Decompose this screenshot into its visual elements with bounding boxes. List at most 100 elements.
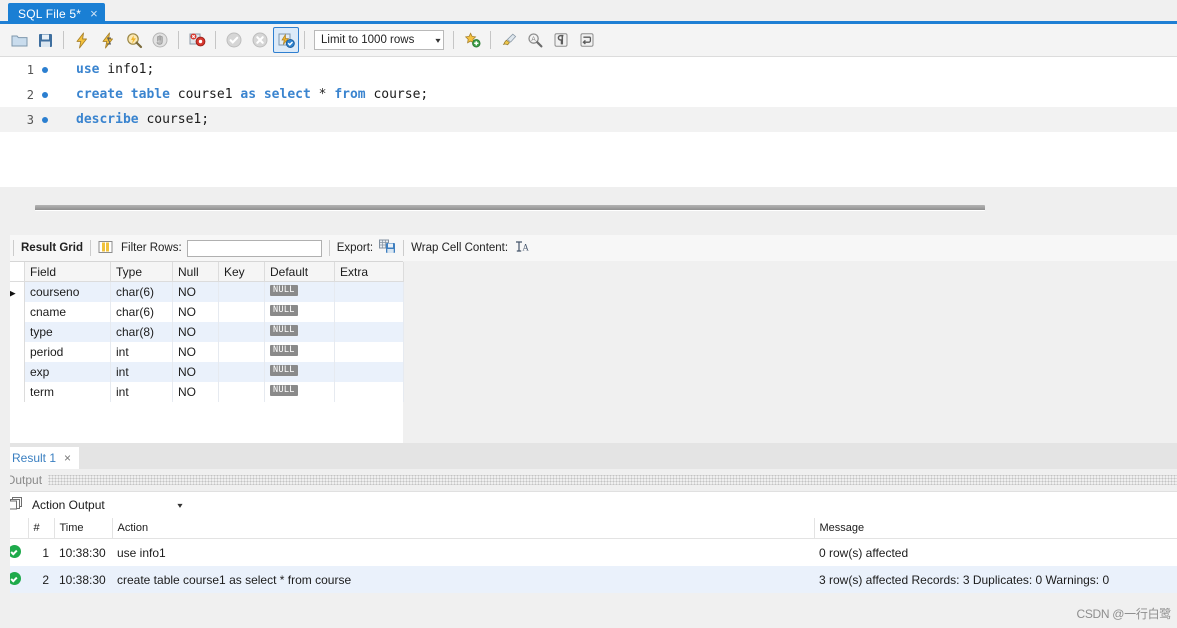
close-icon[interactable]: × xyxy=(64,451,71,465)
cell-extra[interactable] xyxy=(334,302,404,322)
cell-null[interactable]: NO xyxy=(172,281,219,302)
column-header[interactable]: Default xyxy=(264,262,335,282)
editor-line[interactable]: 3 describe course1; xyxy=(0,107,1177,132)
table-row[interactable]: term int NO NULL xyxy=(0,382,404,402)
breakpoint-dot-icon[interactable] xyxy=(34,116,56,123)
cell-key[interactable] xyxy=(218,322,265,342)
cell-field[interactable]: courseno xyxy=(24,281,111,302)
cell-type[interactable]: int xyxy=(110,342,173,362)
stop-icon[interactable] xyxy=(147,27,173,53)
cell-default[interactable]: NULL xyxy=(264,382,335,402)
commit-icon[interactable] xyxy=(221,27,247,53)
breakpoint-dot-icon[interactable] xyxy=(34,66,56,73)
cell-key[interactable] xyxy=(218,342,265,362)
row-limit-select[interactable]: Limit to 1000 rows ▾ xyxy=(314,30,444,50)
action-output-table[interactable]: # Time Action Message 1 10:38:30 use info1 0 r… xyxy=(0,518,1177,593)
watermark-text: CSDN @一行白鹭 xyxy=(1076,607,1171,621)
editor-line[interactable]: 2 create table course1 as select * from c… xyxy=(0,82,1177,107)
cell-default[interactable]: NULL xyxy=(264,322,335,342)
table-row[interactable]: ▶ courseno char(6) NO NULL xyxy=(0,281,404,302)
save-snippet-icon[interactable] xyxy=(459,27,485,53)
output-type-select[interactable]: Action Output ▾ xyxy=(32,496,186,514)
null-badge: NULL xyxy=(270,344,298,356)
breakpoint-dot-icon[interactable] xyxy=(34,91,56,98)
open-file-icon[interactable] xyxy=(6,27,32,53)
tab-result-1[interactable]: Result 1 × xyxy=(0,447,80,469)
output-column-header[interactable]: Time xyxy=(53,518,112,539)
cell-null[interactable]: NO xyxy=(172,382,219,402)
grid-view-icon[interactable] xyxy=(98,240,113,257)
cell-field[interactable]: type xyxy=(24,322,111,342)
cell-type[interactable]: int xyxy=(110,362,173,382)
toolbar-separator-2 xyxy=(178,31,179,49)
cell-key[interactable] xyxy=(218,382,265,402)
output-cell-action: create table course1 as select * from co… xyxy=(112,566,814,593)
row-limit-label: Limit to 1000 rows xyxy=(321,34,415,46)
cell-extra[interactable] xyxy=(334,281,404,302)
column-header[interactable]: Type xyxy=(110,262,173,282)
output-panel-icon[interactable] xyxy=(8,496,24,514)
cell-default[interactable]: NULL xyxy=(264,362,335,382)
cell-field[interactable]: period xyxy=(24,342,111,362)
column-header[interactable]: Null xyxy=(172,262,219,282)
execute-icon[interactable] xyxy=(69,27,95,53)
cell-default[interactable]: NULL xyxy=(264,342,335,362)
cell-key[interactable] xyxy=(218,302,265,322)
cell-extra[interactable] xyxy=(334,362,404,382)
output-column-header[interactable]: Action xyxy=(111,518,814,539)
cell-type[interactable]: int xyxy=(110,382,173,402)
beautify-sql-icon[interactable] xyxy=(496,27,522,53)
cell-field[interactable]: cname xyxy=(24,302,111,322)
table-row[interactable]: period int NO NULL xyxy=(0,342,404,362)
cell-null[interactable]: NO xyxy=(172,362,219,382)
editor-line[interactable]: 1 use info1; xyxy=(0,57,1177,82)
cell-default[interactable]: NULL xyxy=(264,281,335,302)
rollback-icon[interactable] xyxy=(247,27,273,53)
cell-extra[interactable] xyxy=(334,322,404,342)
cell-key[interactable] xyxy=(218,362,265,382)
toggle-stop-on-error-icon[interactable] xyxy=(184,27,210,53)
cell-type[interactable]: char(6) xyxy=(110,281,173,302)
cell-field[interactable]: exp xyxy=(24,362,111,382)
output-cell-time: 10:38:30 xyxy=(59,545,106,560)
column-header[interactable]: Field xyxy=(24,262,111,282)
close-icon[interactable]: × xyxy=(90,7,98,20)
cell-field[interactable]: term xyxy=(24,382,111,402)
cell-null[interactable]: NO xyxy=(172,302,219,322)
output-cell-message: 3 row(s) affected Records: 3 Duplicates:… xyxy=(814,566,1177,593)
output-panel-header: Output xyxy=(0,469,1177,491)
cell-null[interactable]: NO xyxy=(172,342,219,362)
show-invisible-chars-icon[interactable] xyxy=(548,27,574,53)
table-row[interactable]: cname char(6) NO NULL xyxy=(0,302,404,322)
sql-editor[interactable]: 1 use info1; 2 create table course1 as sele… xyxy=(0,57,1177,187)
save-file-icon[interactable] xyxy=(32,27,58,53)
column-header[interactable]: Key xyxy=(218,262,265,282)
export-icon[interactable] xyxy=(379,239,396,257)
column-header[interactable]: Extra xyxy=(334,262,404,282)
autocommit-icon[interactable] xyxy=(273,27,299,53)
find-icon[interactable]: A xyxy=(522,27,548,53)
cell-default[interactable]: NULL xyxy=(264,302,335,322)
tab-sql-file-5[interactable]: SQL File 5* × xyxy=(8,3,105,24)
output-column-header[interactable]: # xyxy=(27,518,54,539)
explain-query-icon[interactable] xyxy=(121,27,147,53)
filter-rows-label: Filter Rows: xyxy=(120,242,182,254)
filter-rows-input[interactable] xyxy=(186,239,322,257)
output-row[interactable]: 1 10:38:30 use info1 0 row(s) affected xyxy=(0,539,1177,567)
describe-result-grid[interactable]: Field Type Null Key Default Extra ▶ courseno ch… xyxy=(0,261,404,402)
cell-extra[interactable] xyxy=(334,382,404,402)
cell-extra[interactable] xyxy=(334,342,404,362)
output-column-header[interactable]: Message xyxy=(813,518,1177,539)
cell-type[interactable]: char(6) xyxy=(110,302,173,322)
sql-text: * xyxy=(310,87,335,102)
wrap-cell-icon[interactable]: A xyxy=(515,240,531,256)
cell-null[interactable]: NO xyxy=(172,322,219,342)
horizontal-splitter-handle[interactable] xyxy=(35,205,985,211)
table-row[interactable]: exp int NO NULL xyxy=(0,362,404,382)
output-row[interactable]: 2 10:38:30 create table course1 as select … xyxy=(0,566,1177,593)
cell-type[interactable]: char(8) xyxy=(110,322,173,342)
execute-current-statement-icon[interactable] xyxy=(95,27,121,53)
table-row[interactable]: type char(8) NO NULL xyxy=(0,322,404,342)
cell-key[interactable] xyxy=(218,281,265,302)
wrap-lines-icon[interactable] xyxy=(574,27,600,53)
